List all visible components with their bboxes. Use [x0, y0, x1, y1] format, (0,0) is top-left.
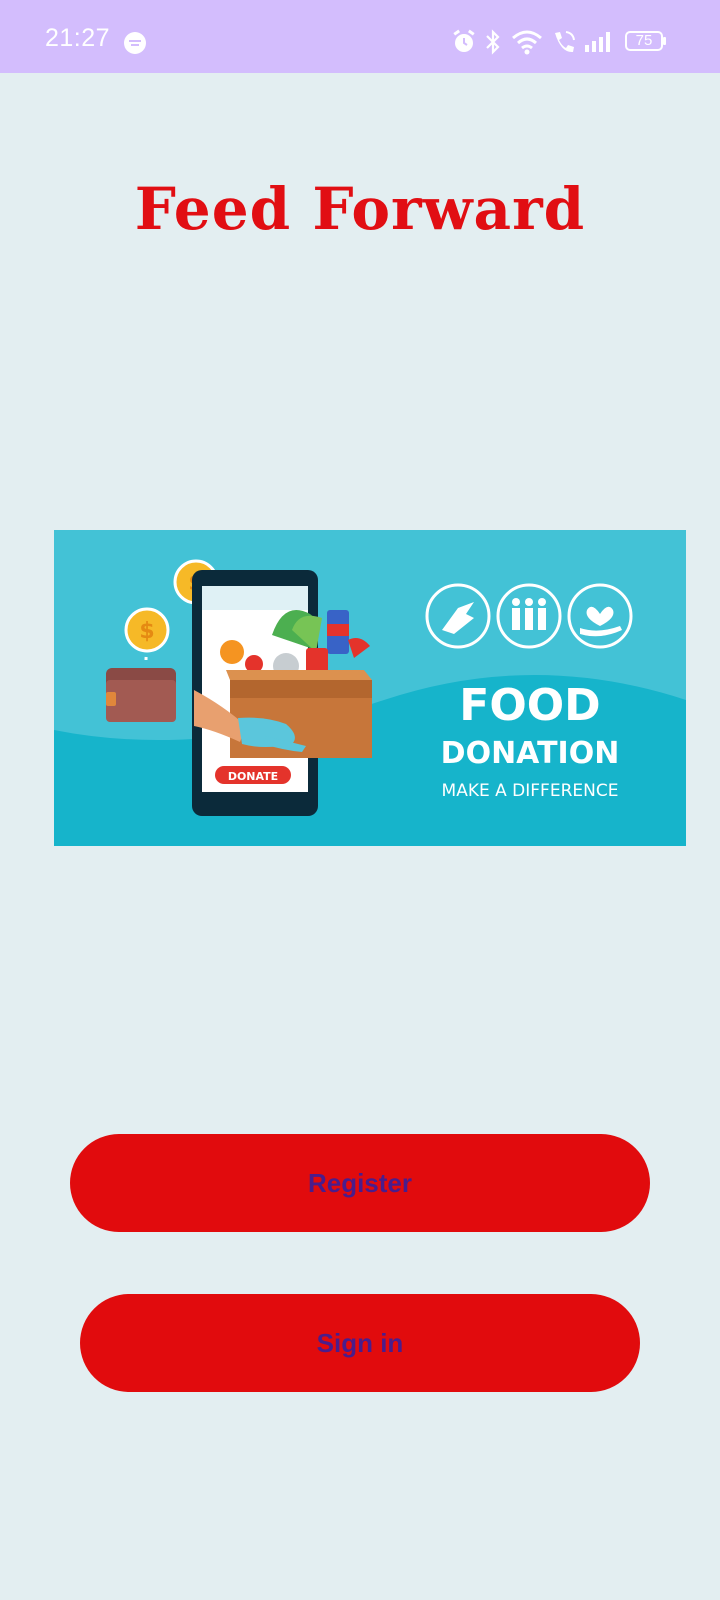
- helping-hands-icon: [425, 583, 491, 649]
- people-group-icon: [496, 583, 562, 649]
- battery-icon: 75: [625, 31, 667, 53]
- banner-headline: FOOD: [459, 680, 600, 731]
- register-button-label: Register: [307, 1168, 413, 1198]
- app-title: Feed Forward: [134, 175, 586, 243]
- banner-subheadline: DONATION: [441, 736, 620, 771]
- register-button[interactable]: Register: [70, 1134, 650, 1232]
- wallet-icon: [106, 668, 176, 722]
- phone-donate-label: DONATE: [228, 770, 278, 783]
- food-donation-banner: $ $ $ DONATE: [54, 530, 686, 846]
- battery-level: 75: [635, 32, 653, 49]
- wifi-icon: [512, 30, 542, 55]
- sign-in-button[interactable]: Sign in: [80, 1294, 640, 1392]
- bluetooth-icon: [486, 29, 500, 55]
- heart-in-hand-icon: [567, 583, 633, 649]
- svg-text:$: $: [139, 619, 154, 644]
- notification-badge-icon: [124, 32, 146, 54]
- signal-icon: [585, 32, 610, 52]
- wifi-call-icon: [555, 31, 575, 53]
- sign-in-button-label: Sign in: [316, 1328, 404, 1358]
- status-time: 21:27: [45, 24, 111, 52]
- alarm-icon: [453, 29, 475, 52]
- status-bar: 21:27 75: [0, 0, 720, 73]
- banner-tagline: MAKE A DIFFERENCE: [442, 781, 619, 801]
